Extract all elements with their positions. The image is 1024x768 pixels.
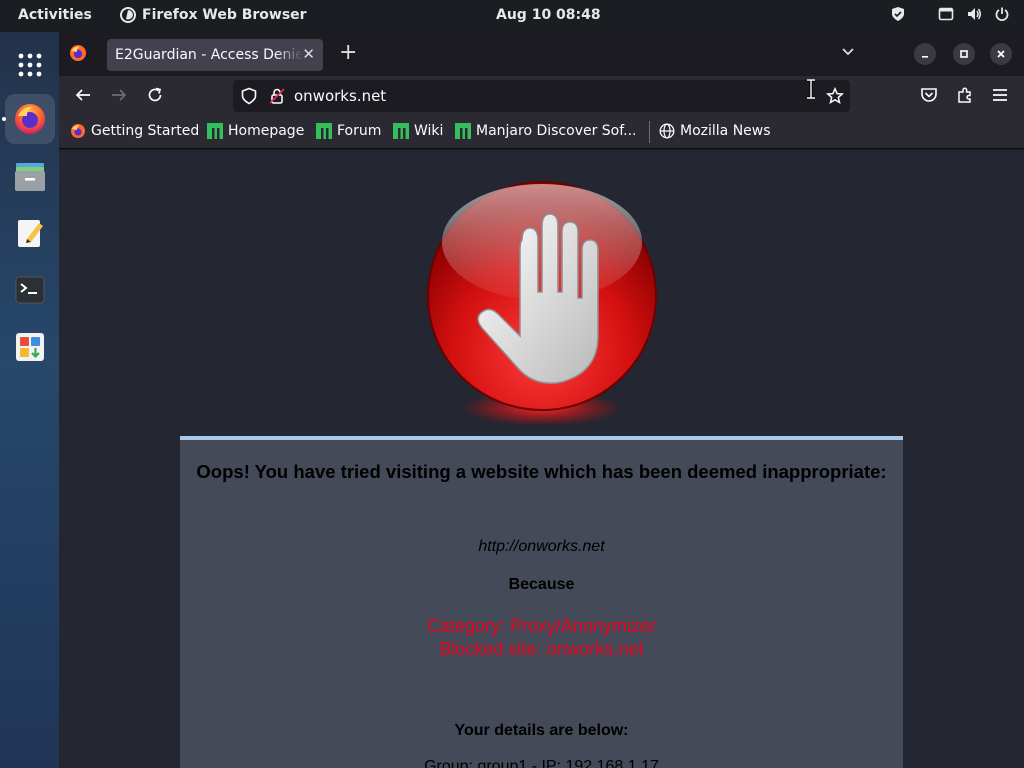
- chevron-down-icon: [842, 48, 854, 56]
- navigation-toolbar: onworks.net: [59, 76, 1024, 116]
- pocket-button[interactable]: [920, 86, 938, 108]
- manjaro-icon: [455, 123, 471, 139]
- because-label: Because: [508, 576, 575, 593]
- extensions-button[interactable]: [956, 86, 974, 108]
- clock[interactable]: Aug 10 08:48: [496, 7, 601, 23]
- activities-button[interactable]: Activities: [18, 7, 92, 23]
- list-all-tabs-button[interactable]: [841, 44, 855, 63]
- dock-files[interactable]: [5, 152, 55, 202]
- bookmarks-separator: [649, 121, 650, 143]
- minimize-button[interactable]: [914, 43, 936, 65]
- volume-icon[interactable]: [966, 6, 982, 22]
- bookmark-label: Manjaro Discover Sof...: [476, 123, 637, 139]
- reload-icon: [148, 87, 162, 102]
- bookmark-getting-started[interactable]: Getting Started: [70, 123, 199, 139]
- manjaro-icon: [393, 123, 409, 139]
- blocked-site: Blocked site: onworks.net: [439, 639, 644, 659]
- bookmark-label: Getting Started: [91, 123, 200, 139]
- page-heading: Oops! You have tried visiting a website …: [196, 461, 887, 482]
- pocket-icon: [921, 88, 937, 102]
- tab-active[interactable]: E2Guardian - Access Denied ✕: [107, 39, 323, 71]
- details-heading: Your details are below:: [454, 722, 629, 739]
- new-tab-button[interactable]: +: [339, 42, 357, 64]
- arrow-left-icon: [75, 89, 90, 101]
- firefox-app-icon: [120, 7, 136, 23]
- files-icon: [15, 163, 45, 191]
- block-category: Category: Proxy/Anonymizer: [426, 616, 657, 636]
- bookmark-label: Mozilla News: [680, 123, 771, 139]
- firefox-window: E2Guardian - Access Denied ✕ + onworks.n…: [59, 32, 1024, 768]
- url-bar[interactable]: onworks.net: [233, 80, 850, 112]
- text-editor-icon: [18, 220, 43, 247]
- text-cursor-icon: [807, 79, 815, 99]
- dock-text-editor[interactable]: [5, 208, 55, 258]
- dock: [0, 32, 59, 768]
- close-icon: [997, 50, 1005, 58]
- stop-hand-icon: [427, 181, 657, 426]
- dock-software[interactable]: [5, 322, 55, 372]
- tab-bar: E2Guardian - Access Denied ✕ +: [59, 32, 1024, 76]
- manjaro-icon: [207, 123, 223, 139]
- maximize-button[interactable]: [953, 43, 975, 65]
- stop-hand-image: [424, 180, 660, 430]
- hamburger-menu-icon: [993, 89, 1007, 101]
- bookmark-label: Homepage: [228, 123, 305, 139]
- globe-icon: [659, 123, 675, 139]
- bookmark-manjaro-discover[interactable]: Manjaro Discover Sof...: [455, 123, 637, 139]
- group-ip-line: Group: group1 - IP: 192.168.1.17: [424, 758, 659, 768]
- firefox-icon: [70, 45, 86, 61]
- firefox-view-button[interactable]: [69, 44, 87, 66]
- url-text[interactable]: onworks.net: [294, 87, 386, 105]
- bookmark-label: Wiki: [414, 123, 444, 139]
- power-icon[interactable]: [994, 6, 1010, 22]
- reload-button[interactable]: [146, 86, 164, 108]
- puzzle-icon: [958, 87, 971, 103]
- dock-terminal[interactable]: [5, 265, 55, 315]
- minimize-icon: [922, 56, 928, 58]
- bookmark-star-icon[interactable]: [825, 86, 845, 109]
- bookmark-label: Forum: [337, 123, 382, 139]
- bookmark-wiki[interactable]: Wiki: [393, 123, 443, 139]
- bookmark-homepage[interactable]: Homepage: [207, 123, 304, 139]
- app-name-label: Firefox Web Browser: [142, 7, 307, 23]
- tracking-protection-icon[interactable]: [240, 87, 258, 109]
- back-button[interactable]: [74, 86, 92, 108]
- app-menu-button[interactable]: [992, 86, 1008, 108]
- blocked-url: http://onworks.net: [478, 538, 605, 555]
- screen-icon[interactable]: [938, 6, 954, 22]
- software-center-icon: [16, 333, 44, 361]
- app-menu[interactable]: Firefox Web Browser: [120, 7, 307, 23]
- maximize-icon: [960, 50, 968, 58]
- firefox-icon: [15, 104, 45, 134]
- system-tray[interactable]: [890, 6, 1010, 22]
- dock-firefox[interactable]: [5, 94, 55, 144]
- app-grid-icon: [18, 53, 42, 77]
- system-top-bar: Activities Firefox Web Browser Aug 10 08…: [0, 0, 1024, 32]
- insecure-lock-icon[interactable]: [268, 87, 286, 109]
- manjaro-icon: [316, 123, 332, 139]
- tab-close-icon[interactable]: ✕: [302, 45, 315, 63]
- tab-title: E2Guardian - Access Denied: [115, 47, 303, 63]
- forward-button[interactable]: [110, 86, 128, 108]
- bookmark-forum[interactable]: Forum: [316, 123, 381, 139]
- close-window-button[interactable]: [990, 43, 1012, 65]
- access-denied-panel: Oops! You have tried visiting a website …: [180, 436, 903, 768]
- page-content: Oops! You have tried visiting a website …: [59, 150, 1024, 768]
- arrow-right-icon: [112, 89, 127, 101]
- app-grid-button[interactable]: [5, 40, 55, 90]
- bookmarks-toolbar: Getting Started Homepage Forum Wiki Manj…: [59, 116, 1024, 149]
- terminal-icon: [15, 276, 45, 304]
- shield-status-icon[interactable]: [890, 6, 906, 22]
- firefox-icon: [71, 124, 85, 138]
- bookmark-mozilla-news[interactable]: Mozilla News: [659, 123, 771, 139]
